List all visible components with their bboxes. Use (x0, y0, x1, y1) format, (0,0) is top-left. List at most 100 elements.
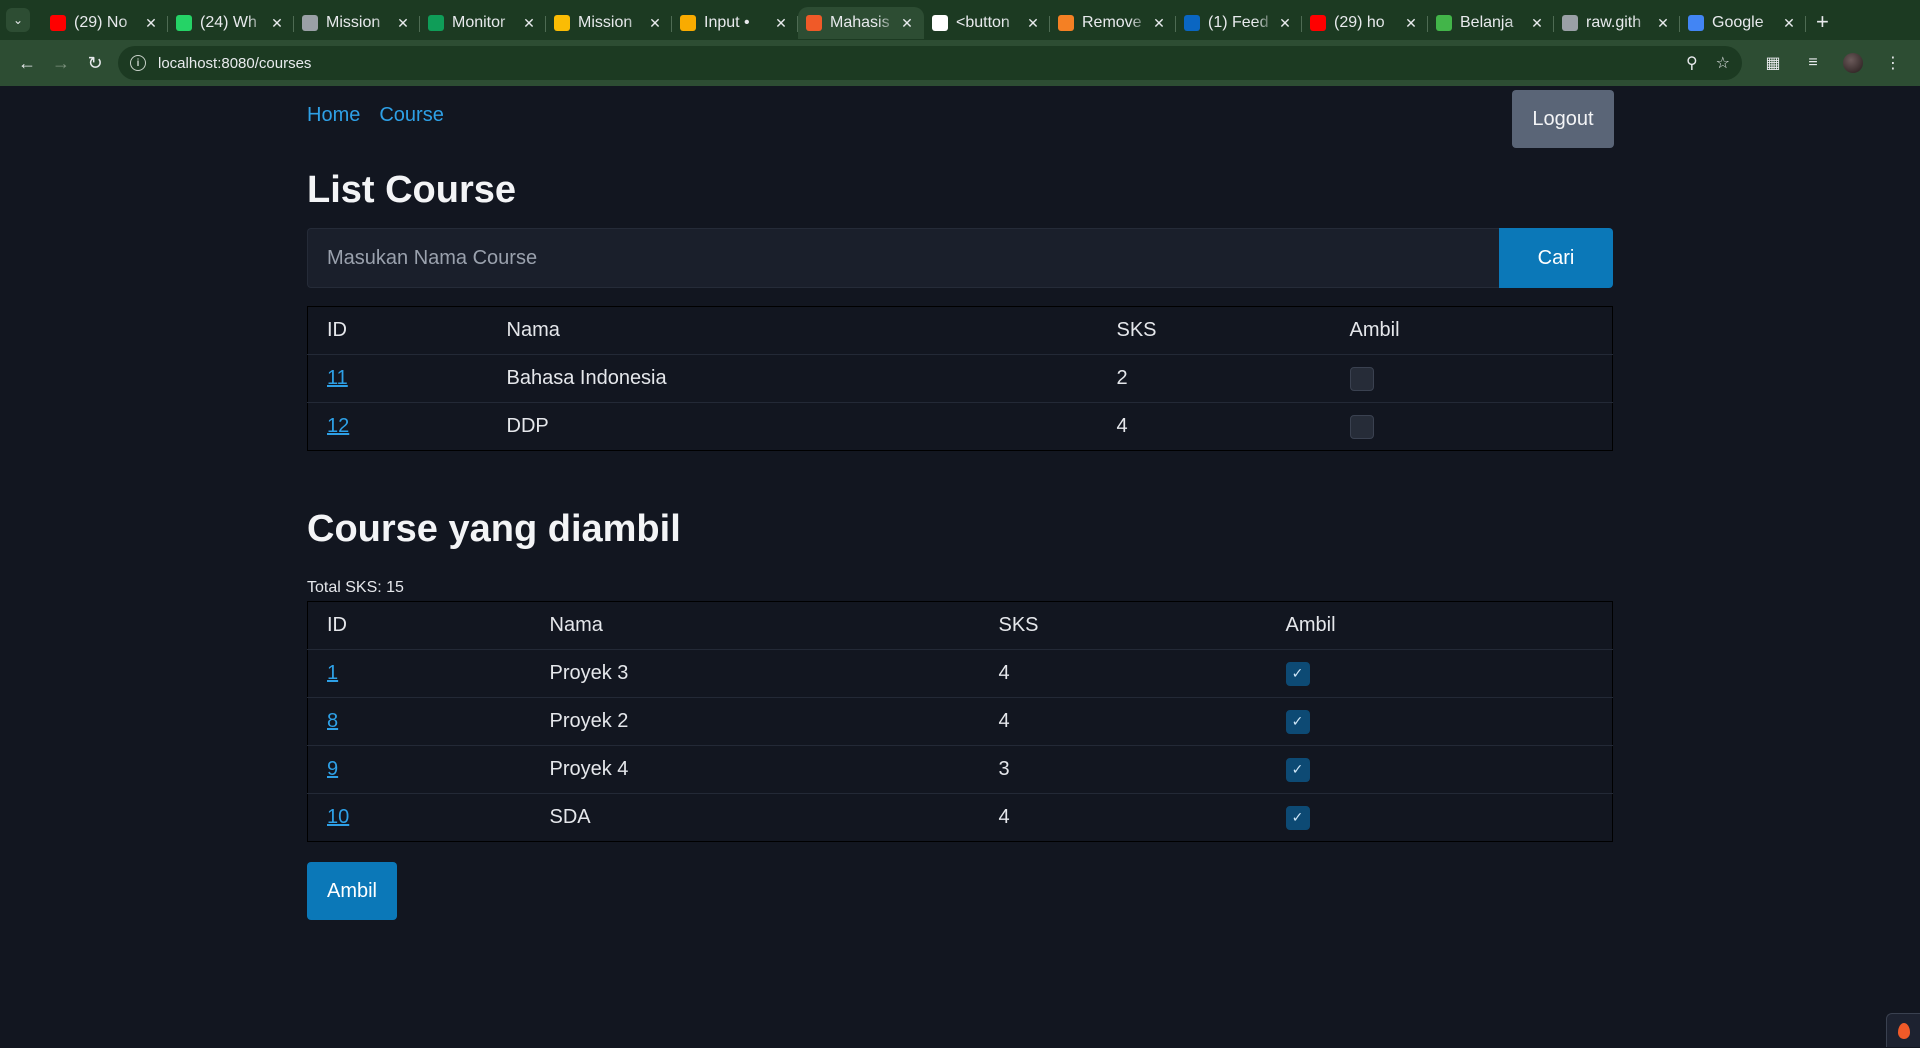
taken-course-table: ID Nama SKS Ambil 1 Proyek 3 4 ✓ 8 Proyek 2 4 ✓… (307, 601, 1613, 842)
taken-course-heading: Course yang diambil (307, 508, 681, 550)
tab-close-icon[interactable]: ✕ (1150, 15, 1168, 32)
bookmark-star-icon[interactable]: ☆ (1716, 53, 1730, 73)
site-info-icon[interactable]: i (130, 55, 146, 71)
top-navigation: Home Course Logout (307, 86, 1614, 148)
tab-close-icon[interactable]: ✕ (142, 15, 160, 32)
browser-tab[interactable]: Mahasis ✕ (798, 7, 924, 39)
tab-close-icon[interactable]: ✕ (1402, 15, 1420, 32)
main-container: Home Course Logout List Course Cari ID N… (307, 86, 1614, 920)
logout-button[interactable]: Logout (1512, 90, 1614, 148)
cell-sks: 4 (998, 806, 1010, 828)
checkmark-icon: ✓ (1291, 713, 1304, 729)
tab-search-chevron-icon[interactable]: ⌄ (6, 8, 30, 32)
tab-close-icon[interactable]: ✕ (772, 15, 790, 32)
column-header-id: ID (307, 306, 488, 355)
checkmark-icon: ✓ (1291, 665, 1304, 681)
tab-close-icon[interactable]: ✕ (1528, 15, 1546, 32)
course-id-link[interactable]: 8 (327, 710, 338, 732)
reload-icon[interactable]: ↻ (78, 46, 112, 80)
nav-home-link[interactable]: Home (307, 104, 360, 127)
course-id-link[interactable]: 12 (327, 415, 349, 437)
profile-avatar[interactable] (1836, 46, 1870, 80)
tab-close-icon[interactable]: ✕ (1276, 15, 1294, 32)
browser-tab[interactable]: raw.gith ✕ (1554, 7, 1680, 39)
tab-close-icon[interactable]: ✕ (1780, 15, 1798, 32)
address-url[interactable]: localhost:8080/courses (158, 55, 1668, 72)
search-button[interactable]: Cari (1499, 228, 1613, 288)
tab-close-icon[interactable]: ✕ (394, 15, 412, 32)
cell-sks: 4 (979, 649, 1267, 698)
tab-title: (1) Feed (1208, 14, 1269, 31)
ambil-submit-button[interactable]: Ambil (307, 862, 397, 920)
tab-close-icon[interactable]: ✕ (268, 15, 286, 32)
browser-menu-kebab-icon[interactable]: ⋮ (1876, 46, 1910, 80)
extensions-puzzle-icon[interactable]: ▦ (1756, 46, 1790, 80)
course-search-form: Cari (307, 228, 1613, 288)
table-row: 10 SDA 4 ✓ (308, 794, 1613, 842)
ambil-checkbox[interactable] (1349, 414, 1374, 439)
list-course-heading: List Course (307, 169, 517, 211)
page-body: Home Course Logout List Course Cari ID N… (0, 86, 1920, 1047)
course-id-link[interactable]: 10 (327, 806, 349, 828)
address-bar[interactable]: i localhost:8080/courses ⚲ ☆ (118, 46, 1742, 80)
browser-tab[interactable]: Remove ✕ (1050, 7, 1176, 39)
tab-title: Monitor (452, 14, 506, 31)
table-header-row: ID Nama SKS Ambil (307, 601, 1613, 650)
media-queue-icon[interactable]: ≡ (1796, 46, 1830, 80)
tab-close-icon[interactable]: ✕ (646, 15, 664, 32)
medium-icon (932, 15, 948, 31)
tab-title: Input • (704, 14, 750, 31)
cell-nama: DDP (506, 415, 549, 437)
ambil-checkbox[interactable]: ✓ (1285, 661, 1310, 686)
nav-course-link[interactable]: Course (379, 104, 443, 127)
cell-ambil: ✓ (1266, 697, 1613, 746)
cell-ambil: ✓ (1266, 649, 1613, 698)
whatsapp-icon (176, 15, 192, 31)
tab-close-icon[interactable]: ✕ (520, 15, 538, 32)
cell-ambil (1331, 403, 1613, 451)
table-header-row: ID Nama SKS Ambil (307, 306, 1613, 355)
browser-tab[interactable]: Belanja ✕ (1428, 7, 1554, 39)
browser-tab[interactable]: (1) Feed ✕ (1176, 7, 1302, 39)
table-row: 12 DDP 4 (308, 403, 1613, 451)
back-arrow-icon[interactable]: ← (10, 46, 44, 80)
total-sks-text: Total SKS: 15 (307, 579, 404, 596)
browser-tab[interactable]: (29) No ✕ (42, 7, 168, 39)
browser-tab[interactable]: Mission ✕ (546, 7, 672, 39)
tab-close-icon[interactable]: ✕ (1024, 15, 1042, 32)
browser-tab[interactable]: Mission ✕ (294, 7, 420, 39)
cell-nama: Proyek 4 (530, 745, 980, 794)
ambil-checkbox[interactable]: ✓ (1285, 805, 1310, 830)
browser-tab[interactable]: (29) ho ✕ (1302, 7, 1428, 39)
course-list-table: ID Nama SKS Ambil 11 Bahasa Indonesia 2 12 D… (307, 306, 1613, 451)
browser-tab[interactable]: Input • ✕ (672, 7, 798, 39)
forward-arrow-icon[interactable]: → (44, 46, 78, 80)
globe-icon (1562, 15, 1578, 31)
new-tab-plus-icon[interactable]: + (1816, 9, 1829, 35)
ambil-checkbox[interactable] (1349, 366, 1374, 391)
ambil-checkbox[interactable]: ✓ (1285, 709, 1310, 734)
course-id-link[interactable]: 11 (327, 367, 348, 389)
devtools-flame-icon[interactable] (1886, 1013, 1920, 1047)
tab-close-icon[interactable]: ✕ (1654, 15, 1672, 32)
tab-title: (24) Wh (200, 14, 257, 31)
course-id-link[interactable]: 1 (327, 662, 338, 684)
browser-tab[interactable]: (24) Wh ✕ (168, 7, 294, 39)
course-id-link[interactable]: 9 (327, 758, 338, 780)
cell-id: 1 (307, 649, 531, 698)
flame-icon (806, 15, 822, 31)
drive-icon (554, 15, 570, 31)
column-header-ambil: Ambil (1330, 306, 1613, 355)
table-row: 9 Proyek 4 3 ✓ (307, 745, 1613, 794)
column-header-sks: SKS (979, 601, 1267, 650)
browser-tab[interactable]: Google ✕ (1680, 7, 1806, 39)
ambil-checkbox[interactable]: ✓ (1285, 757, 1310, 782)
column-header-nama: Nama (530, 601, 980, 650)
tab-strip: (29) No ✕ (24) Wh ✕ Mission ✕ Monitor ✕ Mission ✕… (42, 1, 1806, 39)
tab-close-icon[interactable]: ✕ (898, 15, 916, 32)
cell-id: 9 (307, 745, 531, 794)
browser-tab[interactable]: <button ✕ (924, 7, 1050, 39)
zoom-icon[interactable]: ⚲ (1686, 53, 1698, 73)
course-search-input[interactable] (307, 228, 1499, 288)
browser-tab[interactable]: Monitor ✕ (420, 7, 546, 39)
